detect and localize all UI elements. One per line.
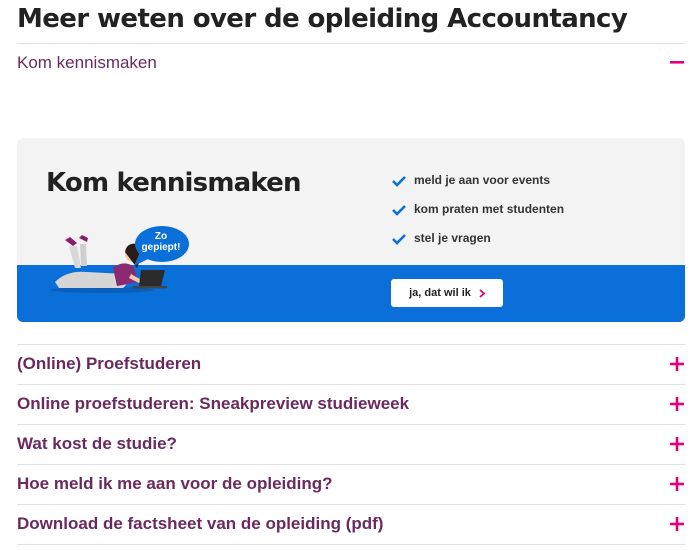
accordion-item-sneakpreview[interactable]: Online proefstuderen: Sneakpreview studi… — [17, 385, 685, 424]
promo-card: Kom kennismaken Zo gepiept! meld je aan … — [17, 138, 685, 322]
checklist-text: meld je aan voor events — [414, 173, 551, 187]
page-title: Meer weten over de opleiding Accountancy — [17, 4, 628, 34]
divider — [17, 544, 685, 545]
checkmark-icon — [392, 234, 406, 245]
plus-icon[interactable] — [669, 516, 685, 532]
accordion-item-label: Download de factsheet van de opleiding (… — [17, 514, 384, 533]
accordion-item-proefstuderen[interactable]: (Online) Proefstuderen — [17, 345, 685, 384]
accordion-item-label: (Online) Proefstuderen — [17, 354, 202, 373]
speech-bubble: Zo gepiept! — [134, 226, 190, 268]
cta-button[interactable]: ja, dat wil ik — [391, 279, 503, 307]
bubble-text-line2: gepiept! — [141, 242, 181, 253]
accordion-item-kosten[interactable]: Wat kost de studie? — [17, 425, 685, 464]
checklist-item: meld je aan voor events — [392, 173, 564, 202]
cta-label: ja, dat wil ik — [409, 287, 471, 299]
checklist-item: kom praten met studenten — [392, 202, 564, 231]
accordion-item-factsheet[interactable]: Download de factsheet van de opleiding (… — [17, 505, 685, 544]
plus-icon[interactable] — [669, 396, 685, 412]
checklist-text: kom praten met studenten — [414, 202, 565, 216]
accordion-item-label: Online proefstuderen: Sneakpreview studi… — [17, 394, 410, 413]
accordion-item-aanmelden[interactable]: Hoe meld ik me aan voor de opleiding? — [17, 465, 685, 504]
checkmark-icon — [392, 205, 406, 216]
accordion-item-label: Hoe meld ik me aan voor de opleiding? — [17, 474, 333, 493]
minus-icon[interactable] — [669, 54, 685, 70]
plus-icon[interactable] — [669, 436, 685, 452]
checkmark-icon — [392, 176, 406, 187]
promo-title: Kom kennismaken — [46, 168, 302, 198]
checklist-item: stel je vragen — [392, 231, 564, 260]
chevron-right-icon — [479, 288, 485, 298]
bubble-text-line1: Zo — [154, 231, 168, 242]
accordion-item-label: Kom kennismaken — [17, 53, 157, 72]
accordion-item-label: Wat kost de studie? — [17, 434, 177, 453]
checklist-text: stel je vragen — [414, 231, 491, 245]
promo-checklist: meld je aan voor events kom praten met s… — [392, 173, 564, 260]
plus-icon[interactable] — [669, 476, 685, 492]
accordion-item-kom-kennismaken[interactable]: Kom kennismaken — [17, 44, 685, 83]
plus-icon[interactable] — [669, 356, 685, 372]
